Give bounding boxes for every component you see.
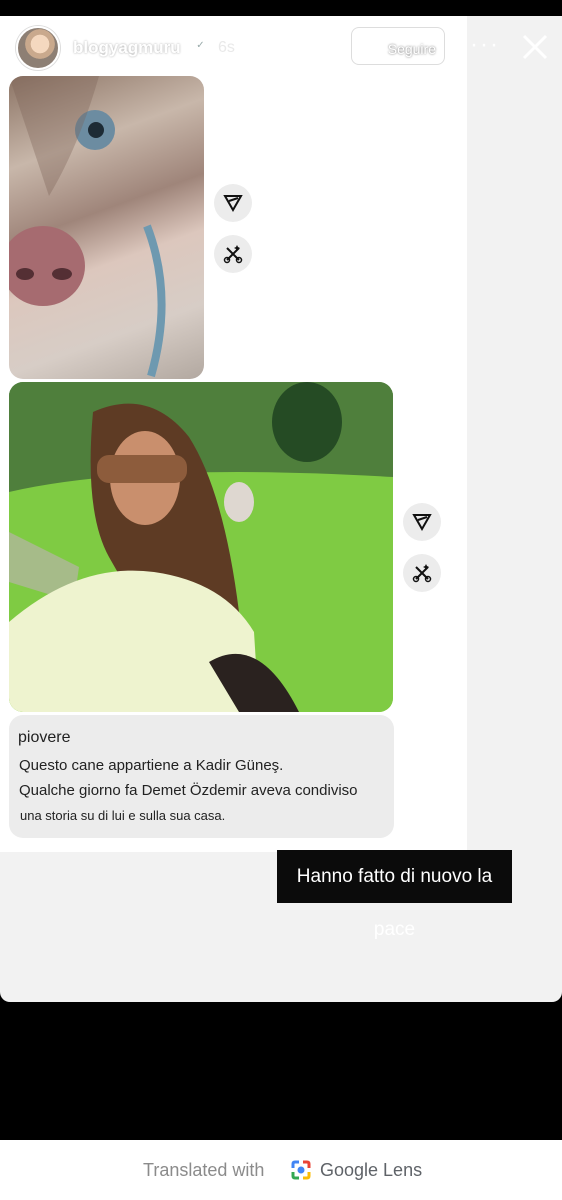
follow-button[interactable]: Seguire [351,27,445,65]
selfie-photo [9,382,393,712]
caption-card: piovere Questo cane appartiene a Kadir G… [9,715,394,838]
dog-photo [9,76,204,379]
close-icon[interactable] [520,32,550,62]
caption-line-2: Qualche giorno fa Demet Özdemir aveva co… [19,782,358,799]
translated-label: Translated with [143,1160,265,1180]
avatar[interactable] [16,26,60,70]
google-lens-icon [289,1158,313,1182]
story-card: blogyagmuru ✓ 6s Seguire ··· piovere Que… [0,16,562,1002]
caption-line-3: una storia su di lui e sulla sua casa. [20,808,226,823]
edit-icon[interactable] [214,235,252,273]
username[interactable]: blogyagmuru [73,38,181,58]
caption-title: piovere [18,729,71,746]
story-header: blogyagmuru ✓ 6s Seguire ··· [0,16,562,80]
caption-line-1: Questo cane appartiene a Kadir Güneş. [19,757,284,774]
more-options-button[interactable]: ··· [470,31,500,59]
send-icon[interactable] [403,503,441,541]
verified-icon: ✓ [193,38,208,53]
post-time: 6s [218,39,235,56]
send-icon[interactable] [214,184,252,222]
footer-translation: Translated with Google Lens [0,1140,562,1200]
edit-icon[interactable] [403,554,441,592]
overlay-text: Hanno fatto di nuovo la pace [277,850,512,940]
google-lens-label: Google Lens [320,1160,423,1180]
